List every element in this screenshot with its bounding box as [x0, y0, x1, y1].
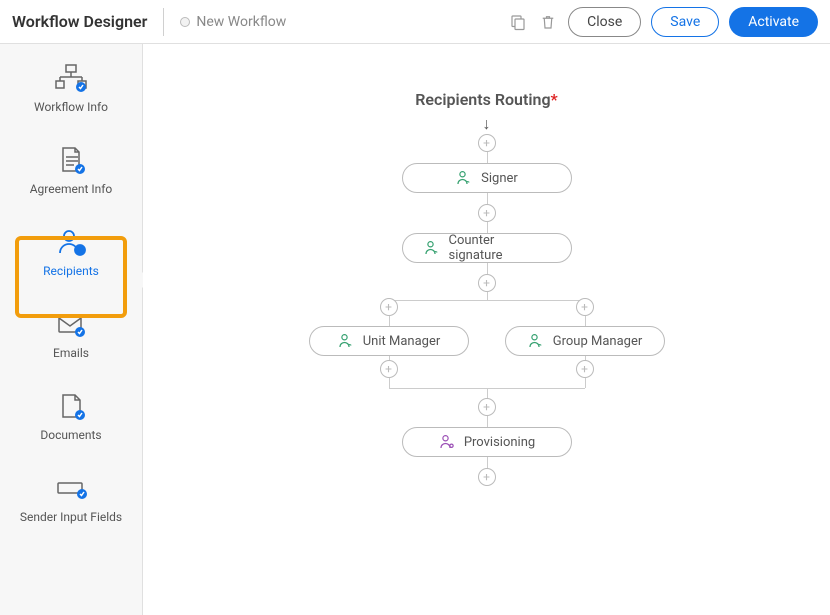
connector — [487, 263, 488, 274]
workflow-name-text: New Workflow — [196, 14, 286, 30]
add-recipient-node[interactable]: + — [380, 298, 398, 316]
workflow-name: New Workflow — [180, 14, 286, 30]
add-recipient-node[interactable]: + — [478, 134, 496, 152]
person-sign-icon — [455, 169, 473, 187]
person-sign-icon — [337, 332, 355, 350]
trash-icon[interactable] — [538, 12, 558, 32]
required-mark: * — [551, 90, 558, 109]
documents-icon — [53, 390, 89, 422]
sidebar-item-emails[interactable]: Emails — [0, 308, 142, 360]
connector — [487, 152, 488, 163]
sidebar-label: Emails — [53, 346, 89, 360]
add-recipient-node[interactable]: + — [576, 360, 594, 378]
node-label: Group Manager — [553, 334, 643, 349]
connector — [389, 316, 390, 326]
connector — [389, 378, 390, 388]
node-label: Counter signature — [449, 233, 551, 263]
person-sign-icon — [527, 332, 545, 350]
app-title: Workflow Designer — [12, 12, 147, 31]
canvas-title-text: Recipients Routing — [415, 90, 550, 109]
recipients-icon — [53, 226, 89, 258]
add-recipient-node[interactable]: + — [478, 398, 496, 416]
connector — [585, 316, 586, 326]
sidebar-item-agreement-info[interactable]: Agreement Info — [0, 144, 142, 196]
person-sign-icon — [423, 239, 441, 257]
canvas-title: Recipients Routing* — [143, 90, 830, 109]
add-recipient-node[interactable]: + — [478, 468, 496, 486]
activate-button[interactable]: Activate — [729, 7, 818, 37]
recipient-node-counter-signature[interactable]: Counter signature — [402, 233, 572, 263]
add-recipient-node[interactable]: + — [478, 274, 496, 292]
down-arrow-icon: ↓ — [483, 114, 491, 134]
status-dot-icon — [180, 17, 190, 27]
add-recipient-node[interactable]: + — [478, 204, 496, 222]
connector — [487, 292, 488, 300]
sidebar-label: Documents — [40, 428, 101, 442]
sidebar-label: Recipients — [43, 264, 99, 278]
sender-input-fields-icon — [53, 472, 89, 504]
sidebar-item-sender-input-fields[interactable]: Sender Input Fields — [0, 472, 142, 524]
connector — [487, 193, 488, 204]
canvas: Recipients Routing* ↓ + Signer + Counter… — [143, 44, 830, 615]
add-recipient-node[interactable]: + — [380, 360, 398, 378]
connector — [487, 416, 488, 427]
recipient-node-unit-manager[interactable]: Unit Manager — [309, 326, 469, 356]
sidebar-item-workflow-info[interactable]: Workflow Info — [0, 62, 142, 114]
agreement-info-icon — [53, 144, 89, 176]
recipient-node-provisioning[interactable]: Provisioning — [402, 427, 572, 457]
person-seal-icon — [438, 433, 456, 451]
clone-icon[interactable] — [508, 12, 528, 32]
sidebar-label: Agreement Info — [30, 182, 113, 196]
emails-icon — [53, 308, 89, 340]
recipient-node-signer[interactable]: Signer — [402, 163, 572, 193]
workflow-info-icon — [53, 62, 89, 94]
sidebar: Workflow Info Agreement Info Recipients — [0, 44, 143, 615]
add-recipient-node[interactable]: + — [576, 298, 594, 316]
connector — [389, 300, 585, 301]
sidebar-label: Workflow Info — [34, 100, 108, 114]
node-label: Signer — [481, 171, 518, 186]
close-button[interactable]: Close — [568, 7, 641, 37]
connector — [585, 378, 586, 388]
sidebar-label: Sender Input Fields — [20, 510, 122, 524]
node-label: Provisioning — [464, 435, 535, 450]
topbar: Workflow Designer New Workflow Close Sav… — [0, 0, 830, 44]
save-button[interactable]: Save — [651, 7, 719, 37]
node-label: Unit Manager — [363, 334, 441, 349]
sidebar-item-recipients[interactable]: Recipients — [0, 226, 142, 278]
divider — [163, 8, 164, 36]
connector — [487, 222, 488, 233]
connector — [487, 457, 488, 468]
sidebar-item-documents[interactable]: Documents — [0, 390, 142, 442]
recipient-node-group-manager[interactable]: Group Manager — [505, 326, 665, 356]
connector — [487, 388, 488, 398]
